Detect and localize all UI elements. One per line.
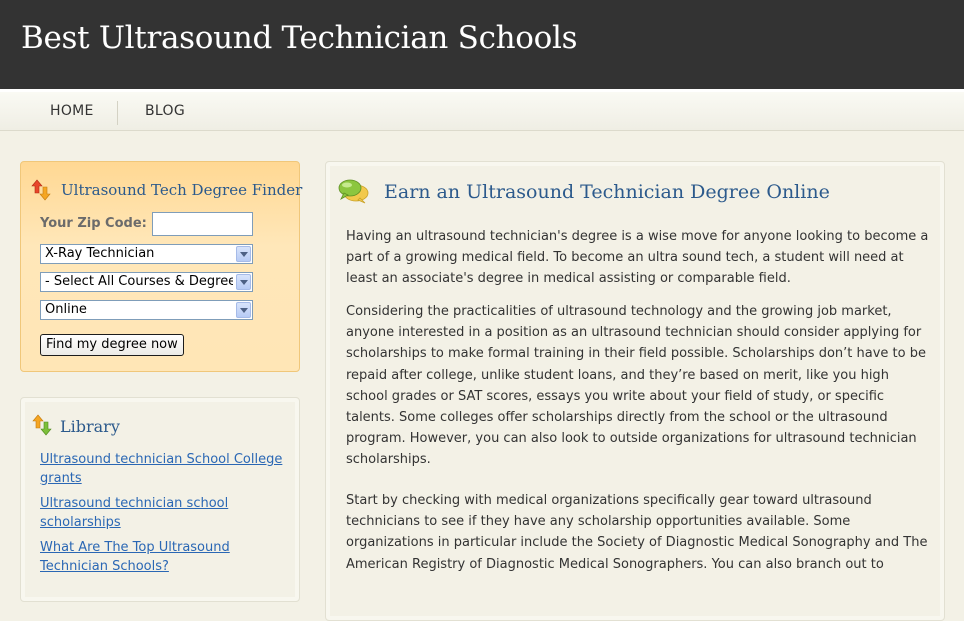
finder-title: Ultrasound Tech Degree Finder xyxy=(61,181,303,199)
courses-select[interactable]: - Select All Courses & Degrees - xyxy=(40,272,253,292)
zip-code-label: Your Zip Code: xyxy=(40,216,147,231)
library-link-scholarships[interactable]: Ultrasound technician school scholarship… xyxy=(40,494,300,532)
library-panel: Library Ultrasound technician School Col… xyxy=(20,397,300,602)
format-select-value: Online xyxy=(45,302,87,317)
courses-select-value: - Select All Courses & Degrees - xyxy=(45,274,233,289)
library-link-top-schools[interactable]: What Are The Top Ultrasound Technician S… xyxy=(40,538,300,576)
article-paragraph: Having an ultrasound technician's degree… xyxy=(346,229,929,287)
find-degree-button[interactable]: Find my degree now xyxy=(40,334,184,356)
chevron-down-icon[interactable] xyxy=(236,302,251,318)
format-select[interactable]: Online xyxy=(40,300,253,320)
nav-blog-link[interactable]: BLOG xyxy=(145,103,185,119)
library-link-grants[interactable]: Ultrasound technician School College gra… xyxy=(40,450,300,488)
library-title: Library xyxy=(60,417,120,436)
degree-finder-widget: Ultrasound Tech Degree Finder Your Zip C… xyxy=(20,161,303,372)
site-title[interactable]: Best Ultrasound Technician Schools xyxy=(21,20,578,56)
article-paragraph: Considering the practicalities of ultras… xyxy=(346,304,926,468)
program-select-value: X-Ray Technician xyxy=(45,246,155,261)
article-paragraph: Start by checking with medical organizat… xyxy=(346,493,928,572)
article-panel: Earn an Ultrasound Technician Degree Onl… xyxy=(325,161,945,621)
zip-code-input[interactable] xyxy=(152,212,253,236)
nav-divider xyxy=(117,101,118,125)
nav-home-link[interactable]: HOME xyxy=(50,103,94,119)
site-header: Best Ultrasound Technician Schools xyxy=(0,0,964,89)
chevron-down-icon[interactable] xyxy=(236,246,251,262)
speech-bubbles-icon xyxy=(338,179,369,204)
program-select[interactable]: X-Ray Technician xyxy=(40,244,253,264)
up-down-arrows-icon xyxy=(32,414,52,436)
main-nav: HOME BLOG xyxy=(0,89,964,131)
article-title: Earn an Ultrasound Technician Degree Onl… xyxy=(384,181,830,203)
chevron-down-icon[interactable] xyxy=(236,274,251,290)
up-down-arrows-icon xyxy=(31,179,51,201)
